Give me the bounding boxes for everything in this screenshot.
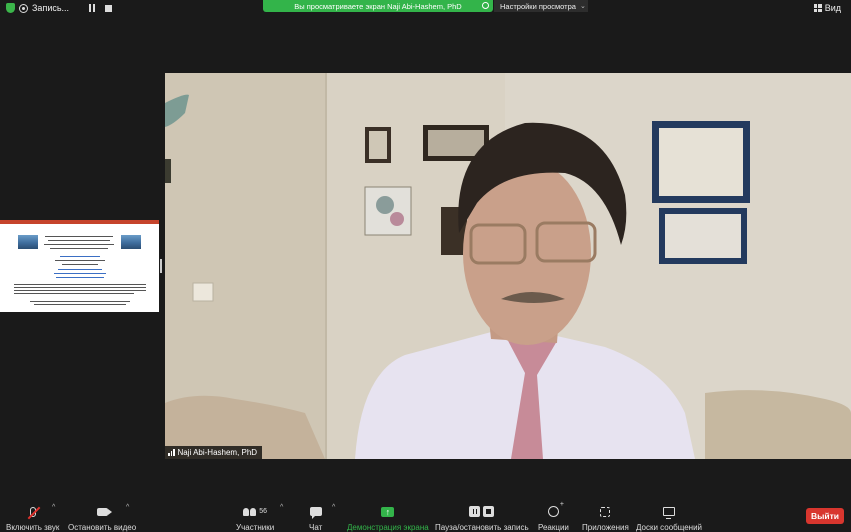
record-icon xyxy=(19,3,28,13)
chat-icon xyxy=(309,507,322,519)
exit-button[interactable]: Выйти xyxy=(806,508,844,524)
speaker-video[interactable] xyxy=(165,73,851,459)
meeting-toolbar: Включить звук ^ Остановить видео ^ 56 Уч… xyxy=(0,500,851,532)
unmute-label: Включить звук xyxy=(6,523,60,532)
top-bar: Запись... Вы просматриваете экран Naji A… xyxy=(0,0,851,20)
lake-image-right xyxy=(121,235,141,249)
share-screen-button[interactable]: ↑ Демонстрация экрана xyxy=(347,504,429,532)
reactions-button[interactable]: Реакции xyxy=(538,501,569,532)
video-options-chevron-icon[interactable]: ^ xyxy=(126,504,129,511)
whiteboard-icon xyxy=(663,507,675,519)
participants-icon xyxy=(243,507,257,516)
shared-screen-thumbnail[interactable] xyxy=(0,220,159,312)
whiteboard-label: Доски сообщений xyxy=(636,523,703,532)
status-dot-icon xyxy=(482,2,489,9)
stop-video-label: Остановить видео xyxy=(68,523,137,532)
chat-label: Чат xyxy=(309,523,323,532)
pause-stop-recording-icon xyxy=(469,506,495,517)
apps-icon xyxy=(600,506,611,517)
reactions-icon xyxy=(547,501,564,517)
participants-options-chevron-icon[interactable]: ^ xyxy=(280,504,283,511)
audio-options-chevron-icon[interactable]: ^ xyxy=(52,504,55,511)
pause-stop-recording-button[interactable]: Пауза/остановить запись xyxy=(435,504,529,532)
pause-stop-recording-label: Пауза/остановить запись xyxy=(435,523,529,532)
resize-handle[interactable] xyxy=(160,259,162,273)
camera-icon xyxy=(96,507,112,516)
whiteboard-button[interactable]: Доски сообщений xyxy=(636,504,702,532)
video-frame xyxy=(165,73,851,459)
grid-view-icon xyxy=(813,4,822,12)
apps-label: Приложения xyxy=(582,523,629,532)
participant-name-tag: Naji Abi-Hashem, PhD xyxy=(165,446,263,459)
view-label: Вид xyxy=(824,3,841,13)
recording-label: Запись... xyxy=(32,3,70,13)
microphone-muted-icon xyxy=(27,506,41,519)
signal-bars-icon xyxy=(168,449,175,456)
participants-count: 56 xyxy=(259,508,267,515)
pause-icon[interactable] xyxy=(89,4,96,12)
recording-indicator: Запись... xyxy=(6,3,113,13)
view-options-label: Настройки просмотра xyxy=(500,1,576,11)
lake-image-left xyxy=(18,235,38,249)
reactions-label: Реакции xyxy=(538,523,569,532)
chevron-down-icon: ⌄ xyxy=(579,3,586,10)
chat-button[interactable]: Чат xyxy=(309,504,322,532)
participants-button[interactable]: 56 Участники xyxy=(236,504,274,532)
participants-label: Участники xyxy=(236,523,275,532)
view-options-button[interactable]: Настройки просмотра ⌄ xyxy=(494,0,588,12)
participant-name: Naji Abi-Hashem, PhD xyxy=(177,448,258,457)
shield-icon[interactable] xyxy=(6,3,15,13)
share-screen-label: Демонстрация экрана xyxy=(347,523,429,532)
stop-icon[interactable] xyxy=(105,4,113,12)
view-button[interactable]: Вид xyxy=(813,3,841,13)
apps-button[interactable]: Приложения xyxy=(582,504,629,532)
share-banner-text: Вы просматриваете экран Naji Abi-Hashem,… xyxy=(294,1,462,11)
chat-options-chevron-icon[interactable]: ^ xyxy=(332,504,335,511)
share-screen-icon: ↑ xyxy=(381,506,395,517)
share-banner: Вы просматриваете экран Naji Abi-Hashem,… xyxy=(263,0,493,12)
